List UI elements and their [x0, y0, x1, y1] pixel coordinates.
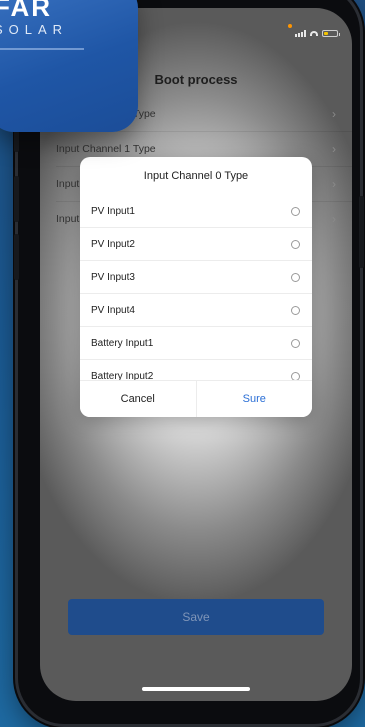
logo-subtitle: SOLAR	[0, 22, 69, 37]
option-pv-input2[interactable]: PV Input2	[80, 228, 312, 261]
channel-type-dialog: Input Channel 0 Type PV Input1 PV Input2…	[80, 157, 312, 417]
chevron-right-icon: ›	[332, 177, 336, 191]
save-button[interactable]: Save	[68, 599, 324, 635]
battery-icon	[322, 30, 340, 37]
chevron-right-icon: ›	[332, 107, 336, 121]
radio-icon[interactable]	[291, 206, 300, 216]
row-label: Input Channel 1 Type	[56, 143, 156, 155]
dialog-title: Input Channel 0 Type	[143, 170, 249, 182]
wifi-icon	[310, 31, 318, 36]
radio-icon[interactable]	[291, 338, 300, 348]
option-battery-input1[interactable]: Battery Input1	[80, 327, 312, 360]
logo-wordmark: FAR	[0, 0, 52, 22]
volume-up-button	[14, 176, 19, 222]
volume-down-button	[14, 234, 19, 280]
radio-icon[interactable]	[291, 272, 300, 282]
option-pv-input1[interactable]: PV Input1	[80, 195, 312, 228]
power-button	[359, 196, 364, 268]
chevron-right-icon: ›	[332, 142, 336, 156]
option-pv-input3[interactable]: PV Input3	[80, 261, 312, 294]
dialog-actions: Cancel Sure	[80, 380, 312, 417]
radio-icon[interactable]	[291, 239, 300, 249]
mic-indicator-dot	[288, 24, 292, 28]
sure-button[interactable]: Sure	[196, 381, 312, 417]
option-label: Battery Input1	[91, 337, 154, 349]
option-label: PV Input3	[91, 271, 135, 283]
status-bar	[295, 30, 340, 37]
cancel-button[interactable]: Cancel	[80, 381, 197, 417]
option-label: PV Input1	[91, 205, 135, 217]
home-indicator[interactable]	[142, 687, 250, 691]
option-label: PV Input4	[91, 304, 135, 316]
radio-icon[interactable]	[291, 305, 300, 315]
chevron-right-icon: ›	[332, 212, 336, 226]
option-label: PV Input2	[91, 238, 135, 250]
brand-logo: FAR SOLAR	[0, 0, 138, 132]
signal-icon	[295, 30, 306, 37]
logo-underline	[0, 48, 84, 50]
option-pv-input4[interactable]: PV Input4	[80, 294, 312, 327]
